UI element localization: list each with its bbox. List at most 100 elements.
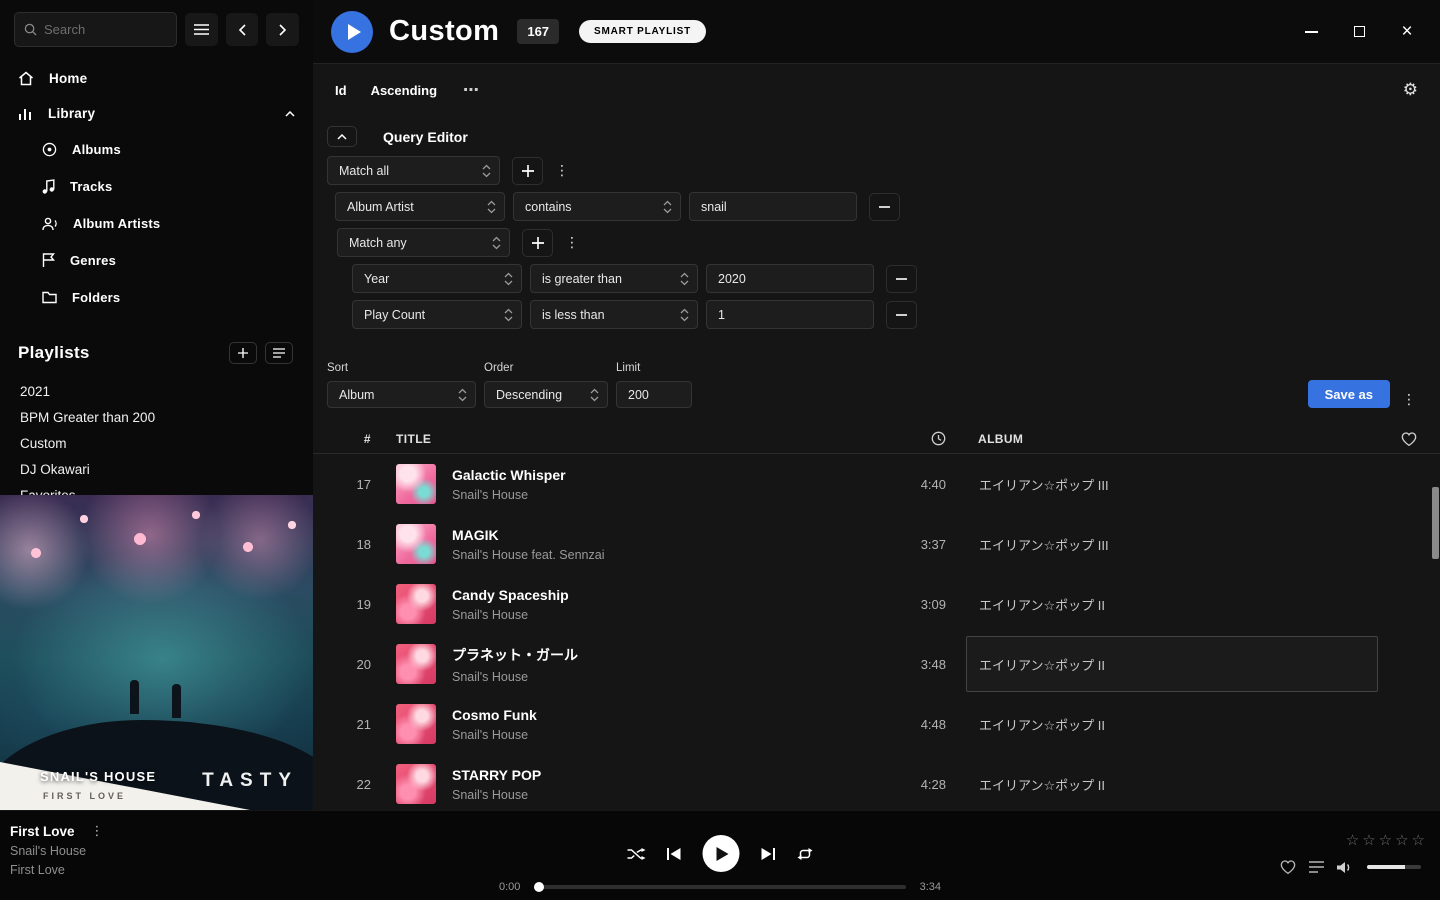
favorite-heart-icon[interactable] [1280, 860, 1296, 874]
save-as-button[interactable]: Save as [1308, 380, 1390, 408]
column-duration[interactable] [886, 431, 946, 446]
match-mode-select[interactable]: Match any [337, 228, 510, 257]
scrollbar-thumb[interactable] [1432, 487, 1439, 559]
playlist-item[interactable]: BPM Greater than 200 [0, 404, 313, 430]
query-editor-collapse-button[interactable] [327, 126, 357, 147]
select-value: Album Artist [347, 200, 414, 214]
sidebar-item-genres[interactable]: Genres [0, 242, 313, 279]
previous-icon [667, 847, 682, 861]
track-artist: Snail's House [452, 608, 886, 622]
sidebar-item-home[interactable]: Home [0, 61, 313, 96]
volume-icon[interactable] [1337, 861, 1354, 874]
limit-input[interactable] [616, 381, 692, 408]
sort-field-button[interactable]: Id [335, 83, 347, 98]
track-artist: Snail's House [452, 788, 886, 802]
seek-knob[interactable] [534, 882, 544, 892]
playlist-item[interactable]: Custom [0, 430, 313, 456]
sort-direction-button[interactable]: Ascending [371, 83, 437, 98]
sidebar-item-album-artists[interactable]: Album Artists [0, 205, 313, 242]
play-pause-button[interactable] [703, 835, 740, 872]
track-options-icon[interactable]: ⋮ [91, 823, 104, 839]
plus-icon [532, 237, 544, 249]
search-box[interactable] [14, 12, 177, 47]
track-row[interactable]: 21 Cosmo Funk Snail's House 4:48 エイリアン☆ポ… [313, 694, 1440, 754]
sidebar-item-albums[interactable]: Albums [0, 131, 313, 168]
sort-select[interactable]: Album [327, 381, 476, 408]
column-title[interactable]: TITLE [396, 432, 886, 446]
total-time: 3:34 [920, 881, 941, 893]
save-options-icon[interactable]: ⋮ [1398, 391, 1420, 408]
back-button[interactable] [226, 13, 259, 46]
select-value: Album [339, 388, 374, 402]
menu-button[interactable] [185, 13, 218, 46]
track-row[interactable]: 17 Galactic Whisper Snail's House 4:40 エ… [313, 454, 1440, 514]
sidebar-item-library[interactable]: Library [0, 96, 313, 131]
playlist-list-options-button[interactable] [265, 342, 293, 364]
track-row[interactable]: 18 MAGIK Snail's House feat. Sennzai 3:3… [313, 514, 1440, 574]
star-icon[interactable]: ☆ [1395, 831, 1408, 849]
star-icon[interactable]: ☆ [1362, 831, 1375, 849]
track-row[interactable]: 22 STARRY POP Snail's House 4:28 エイリアン☆ポ… [313, 754, 1440, 810]
rule-operator-select[interactable]: is greater than [530, 264, 698, 293]
column-favorite[interactable] [1378, 432, 1440, 446]
search-input[interactable] [44, 22, 167, 37]
playlist-item[interactable]: 2021 [0, 378, 313, 404]
add-rule-button[interactable] [512, 157, 543, 185]
settings-gear-icon[interactable]: ⚙ [1403, 80, 1418, 100]
seek-bar[interactable] [534, 885, 905, 889]
track-row[interactable]: 20 プラネット・ガール Snail's House 3:48 エイリアン☆ポッ… [313, 634, 1440, 694]
rule-field-select[interactable]: Album Artist [335, 192, 505, 221]
rule-operator-select[interactable]: is less than [530, 300, 698, 329]
queue-icon[interactable] [1309, 861, 1324, 873]
add-rule-button[interactable] [522, 229, 553, 257]
rule-value-input[interactable] [706, 300, 874, 329]
volume-slider[interactable] [1367, 865, 1421, 869]
add-playlist-button[interactable] [229, 342, 257, 364]
forward-button[interactable] [266, 13, 299, 46]
shuffle-button[interactable] [627, 847, 646, 861]
star-icon[interactable]: ☆ [1346, 831, 1359, 849]
playlist-item[interactable]: DJ Okawari [0, 456, 313, 482]
sort-label: Sort [327, 362, 476, 374]
nav-label: Genres [70, 253, 116, 268]
sidebar-item-folders[interactable]: Folders [0, 279, 313, 316]
repeat-button[interactable] [797, 847, 814, 861]
column-album[interactable]: ALBUM [966, 432, 1378, 446]
previous-button[interactable] [667, 847, 682, 861]
rule-operator-select[interactable]: contains [513, 192, 681, 221]
sidebar-item-tracks[interactable]: Tracks [0, 168, 313, 205]
maximize-button[interactable] [1350, 23, 1368, 41]
progress-section: 0:00 3:34 [499, 881, 941, 893]
rule-field-select[interactable]: Play Count [352, 300, 522, 329]
more-options-icon[interactable]: ⋯ [463, 80, 479, 100]
star-icon[interactable]: ☆ [1379, 831, 1392, 849]
library-icon [18, 107, 33, 121]
track-artist: Snail's House feat. Sennzai [452, 548, 886, 562]
minimize-button[interactable] [1302, 23, 1320, 41]
track-album-cell-focused[interactable]: エイリアン☆ポップ II [966, 636, 1378, 692]
play-icon [717, 847, 729, 861]
collapse-chevron-up-icon[interactable] [285, 111, 295, 117]
select-value: Year [364, 272, 389, 286]
next-icon [761, 847, 776, 861]
next-button[interactable] [761, 847, 776, 861]
star-icon[interactable]: ☆ [1412, 831, 1425, 849]
rule-value-input[interactable] [689, 192, 857, 221]
remove-rule-button[interactable] [886, 301, 917, 329]
group-options-icon[interactable]: ⋮ [561, 234, 583, 251]
column-number[interactable]: # [313, 432, 371, 446]
now-playing-artwork[interactable]: SNAIL'S HOUSE FIRST LOVE TASTY [0, 495, 313, 810]
remove-rule-button[interactable] [886, 265, 917, 293]
match-mode-select[interactable]: Match all [327, 156, 500, 185]
track-row[interactable]: 19 Candy Spaceship Snail's House 3:09 エイ… [313, 574, 1440, 634]
rule-field-select[interactable]: Year [352, 264, 522, 293]
order-select[interactable]: Descending [484, 381, 608, 408]
play-playlist-button[interactable] [331, 11, 373, 53]
playlist-list: 2021 BPM Greater than 200 Custom DJ Okaw… [0, 378, 313, 508]
rule-value-input[interactable] [706, 264, 874, 293]
close-button[interactable]: × [1398, 23, 1416, 41]
track-title: Candy Spaceship [452, 587, 886, 603]
remove-rule-button[interactable] [869, 193, 900, 221]
search-icon [24, 23, 37, 36]
group-options-icon[interactable]: ⋮ [551, 162, 573, 179]
